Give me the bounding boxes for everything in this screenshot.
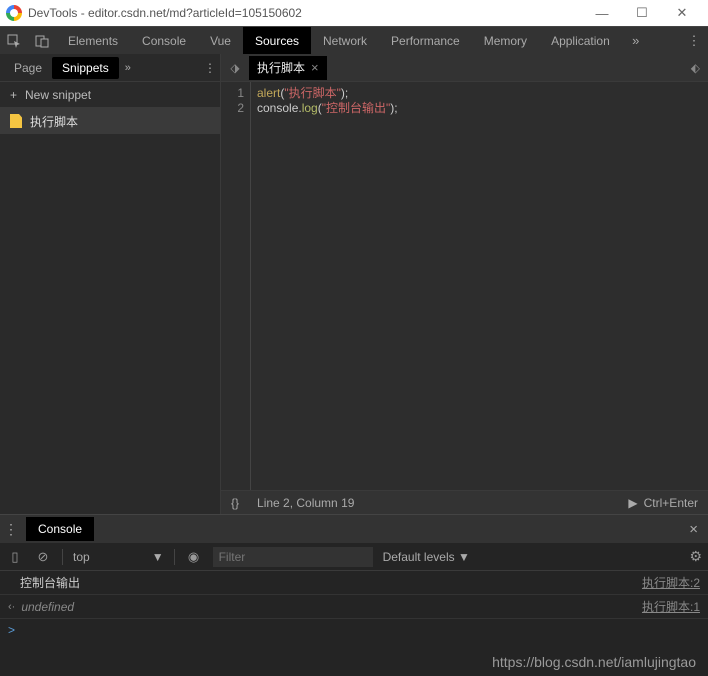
log-levels-selector[interactable]: Default levels ▼ bbox=[383, 550, 470, 564]
minimize-button[interactable]: — bbox=[582, 0, 622, 26]
close-window-button[interactable]: ✕ bbox=[662, 0, 702, 26]
console-return-row: ‹· undefined 执行脚本:1 bbox=[0, 595, 708, 619]
console-drawer: ⋮ Console × ▯ ⊘ top ▼ ◉ Default levels ▼… bbox=[0, 514, 708, 641]
script-file-icon bbox=[10, 114, 22, 128]
separator bbox=[62, 549, 63, 565]
console-settings-icon[interactable]: ⚙ bbox=[689, 548, 702, 565]
chrome-icon bbox=[6, 5, 22, 21]
navigator-kebab-icon[interactable]: ⋮ bbox=[204, 61, 216, 75]
line-gutter: 1 2 bbox=[221, 82, 251, 490]
maximize-button[interactable]: ☐ bbox=[622, 0, 662, 26]
filter-input[interactable] bbox=[213, 547, 373, 567]
navigator-overflow-icon[interactable]: » bbox=[125, 62, 131, 74]
chevron-down-icon: ▼ bbox=[152, 550, 164, 564]
watermark: https://blog.csdn.net/iamlujingtao bbox=[492, 654, 696, 670]
code-editor[interactable]: 1 2 alert("执行脚本"); console.log("控制台输出"); bbox=[221, 82, 708, 490]
new-snippet-button[interactable]: + New snippet bbox=[0, 82, 220, 108]
settings-kebab-icon[interactable]: ⋮ bbox=[680, 27, 708, 55]
nav-toggle-left-icon[interactable]: ⬗ bbox=[221, 61, 249, 75]
navigator-pane: Page Snippets » ⋮ + New snippet 执行脚本 bbox=[0, 54, 220, 514]
format-icon[interactable]: {} bbox=[231, 496, 239, 510]
separator bbox=[174, 549, 175, 565]
code-content[interactable]: alert("执行脚本"); console.log("控制台输出"); bbox=[251, 82, 708, 490]
drawer-close-icon[interactable]: × bbox=[679, 521, 708, 538]
console-toolbar: ▯ ⊘ top ▼ ◉ Default levels ▼ ⚙ bbox=[0, 543, 708, 571]
tab-sources[interactable]: Sources bbox=[243, 27, 311, 55]
snippet-name: 执行脚本 bbox=[30, 113, 78, 130]
window-title: DevTools - editor.csdn.net/md?articleId=… bbox=[28, 6, 302, 20]
editor-tab[interactable]: 执行脚本 × bbox=[249, 56, 327, 80]
drawer-tab-console[interactable]: Console bbox=[26, 517, 94, 541]
window-titlebar: DevTools - editor.csdn.net/md?articleId=… bbox=[0, 0, 708, 26]
tab-vue[interactable]: Vue bbox=[198, 27, 243, 55]
clear-console-icon[interactable]: ⊘ bbox=[34, 549, 52, 565]
eye-icon[interactable]: ◉ bbox=[185, 549, 203, 565]
close-tab-icon[interactable]: × bbox=[311, 60, 319, 75]
sources-main: Page Snippets » ⋮ + New snippet 执行脚本 ⬗ 执… bbox=[0, 54, 708, 514]
inspect-icon[interactable] bbox=[0, 27, 28, 55]
log-source-link[interactable]: 执行脚本:1 bbox=[642, 598, 700, 615]
tab-application[interactable]: Application bbox=[539, 27, 622, 55]
console-sidebar-toggle-icon[interactable]: ▯ bbox=[6, 549, 24, 565]
run-label: Ctrl+Enter bbox=[644, 496, 698, 510]
tab-elements[interactable]: Elements bbox=[56, 27, 130, 55]
console-prompt[interactable]: > bbox=[0, 619, 708, 641]
return-value: undefined bbox=[21, 600, 74, 614]
new-snippet-label: New snippet bbox=[25, 88, 91, 102]
editor-pane: ⬗ 执行脚本 × ⬖ 1 2 alert("执行脚本"); console.lo… bbox=[220, 54, 708, 514]
drawer-tabs: ⋮ Console × bbox=[0, 515, 708, 543]
tabs-overflow-icon[interactable]: » bbox=[622, 27, 650, 55]
console-log-row: 控制台输出 执行脚本:2 bbox=[0, 571, 708, 595]
console-filter[interactable] bbox=[213, 547, 373, 567]
console-output: 控制台输出 执行脚本:2 ‹· undefined 执行脚本:1 > bbox=[0, 571, 708, 641]
tab-console[interactable]: Console bbox=[130, 27, 198, 55]
return-arrow-icon: ‹· bbox=[8, 601, 15, 613]
navigator-tab-page[interactable]: Page bbox=[4, 57, 52, 79]
devtools-toolbar: Elements Console Vue Sources Network Per… bbox=[0, 26, 708, 54]
prompt-icon: > bbox=[8, 623, 15, 637]
navigator-tab-snippets[interactable]: Snippets bbox=[52, 57, 119, 79]
tab-performance[interactable]: Performance bbox=[379, 27, 472, 55]
snippet-list-item[interactable]: 执行脚本 bbox=[0, 108, 220, 134]
navigator-tabs: Page Snippets » ⋮ bbox=[0, 54, 220, 82]
nav-toggle-right-icon[interactable]: ⬖ bbox=[691, 61, 708, 75]
editor-statusbar: {} Line 2, Column 19 ▶ Ctrl+Enter bbox=[221, 490, 708, 514]
log-source-link[interactable]: 执行脚本:2 bbox=[642, 574, 700, 591]
plus-icon: + bbox=[10, 88, 17, 102]
log-message: 控制台输出 bbox=[20, 574, 80, 591]
editor-tabbar: ⬗ 执行脚本 × ⬖ bbox=[221, 54, 708, 82]
drawer-kebab-icon[interactable]: ⋮ bbox=[0, 521, 22, 538]
editor-tab-label: 执行脚本 bbox=[257, 59, 305, 76]
context-selector[interactable]: top ▼ bbox=[73, 550, 164, 564]
cursor-position: Line 2, Column 19 bbox=[257, 496, 354, 510]
tab-memory[interactable]: Memory bbox=[472, 27, 539, 55]
device-toggle-icon[interactable] bbox=[28, 27, 56, 55]
tab-network[interactable]: Network bbox=[311, 27, 379, 55]
run-icon[interactable]: ▶ bbox=[628, 496, 637, 510]
